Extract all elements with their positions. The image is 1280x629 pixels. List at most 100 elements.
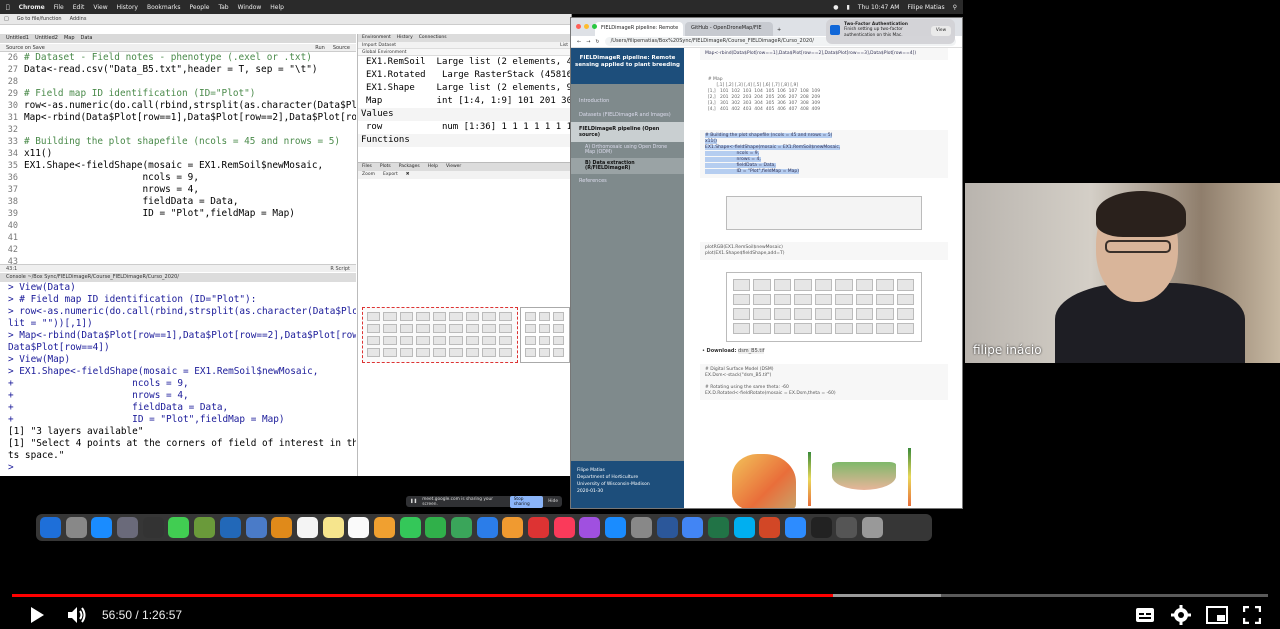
console[interactable]: > View(Data) > # Field map ID identificat… [0, 282, 356, 476]
tab-map[interactable]: Map [64, 35, 75, 42]
tab-github[interactable]: GitHub - OpenDroneMap/FIE [685, 22, 773, 36]
zoom-button[interactable]: Zoom [362, 172, 375, 178]
search-icon[interactable]: ⚲ [953, 4, 957, 11]
zoom-icon[interactable] [784, 517, 806, 538]
import-dataset-button[interactable]: Import Dataset [362, 43, 396, 48]
screenshot-icon[interactable] [836, 517, 858, 538]
run-button[interactable]: Run [315, 45, 325, 51]
tab-data[interactable]: Data [81, 35, 93, 42]
toc-subitem[interactable]: B) Data extraction (R/FIELDimageR) [571, 158, 684, 174]
export-button[interactable]: Export [383, 172, 398, 178]
zoom-window-icon[interactable] [592, 24, 597, 29]
music-icon[interactable] [553, 517, 575, 538]
code-editor[interactable]: 26 # Dataset - Field notes - phenotype (.… [0, 52, 356, 266]
notes-icon[interactable] [322, 517, 344, 538]
env-row[interactable]: row num [1:36] 1 1 1 1 1 1 1 [358, 121, 571, 134]
env-row[interactable]: EX1.RemSoil Large list (2 elements, 4 [358, 56, 571, 69]
apple-icon[interactable]:  [6, 4, 10, 11]
menubar-bookmarks[interactable]: Bookmarks [147, 4, 181, 11]
download-link[interactable]: dsm_B5.tif [738, 348, 765, 354]
menubar-window[interactable]: Window [238, 4, 262, 11]
new-file-icon[interactable]: □ [4, 16, 9, 22]
menubar-tab[interactable]: Tab [218, 4, 228, 11]
terminal-icon[interactable] [810, 517, 832, 538]
tab-help[interactable]: Help [428, 164, 438, 170]
no-entry-icon[interactable] [528, 517, 550, 538]
podcasts-icon[interactable] [579, 517, 601, 538]
chrome-icon[interactable] [682, 517, 704, 538]
environment-scope[interactable]: Global Environment [358, 49, 571, 56]
toc-references[interactable]: References [571, 174, 684, 188]
tab-files[interactable]: Files [362, 164, 372, 170]
excel-icon[interactable] [707, 517, 729, 538]
two-factor-notification[interactable]: Two-Factor Authentication Finish setting… [826, 19, 955, 44]
tab-untitled2[interactable]: Untitled2 [35, 35, 58, 42]
qgis-icon[interactable] [194, 517, 216, 538]
subtitles-icon[interactable] [1135, 607, 1155, 623]
menubar-user[interactable]: Filipe Matias [907, 4, 944, 11]
toc-item[interactable]: Datasets (FIELDimageR and Images) [571, 108, 684, 122]
numbers-icon[interactable] [451, 517, 472, 538]
trash-icon[interactable] [862, 517, 883, 538]
video-frame[interactable]:  Chrome File Edit View History Bookmark… [0, 0, 1280, 629]
books-icon[interactable] [271, 517, 293, 538]
addins-menu[interactable]: Addins [70, 16, 87, 22]
file-type[interactable]: R Script [330, 266, 350, 272]
close-window-icon[interactable] [576, 24, 581, 29]
tab-connections[interactable]: Connections [419, 35, 447, 41]
settings-icon[interactable] [630, 517, 652, 538]
calendar-icon[interactable] [296, 517, 318, 538]
env-row[interactable]: EX1.Rotated Large RasterStack (45816 [358, 69, 571, 82]
notification-view-button[interactable]: View [931, 26, 951, 36]
source-button[interactable]: Source [333, 45, 350, 51]
keynote-icon[interactable] [476, 517, 498, 538]
github-icon[interactable] [142, 517, 164, 538]
source-on-save-checkbox[interactable]: Source on Save [6, 45, 45, 51]
forward-icon[interactable]: → [586, 39, 590, 45]
word-icon[interactable] [656, 517, 678, 538]
menubar-history[interactable]: History [117, 4, 138, 11]
settings-gear-icon[interactable] [1171, 605, 1191, 625]
volume-icon[interactable] [66, 605, 88, 625]
reminders-icon[interactable] [348, 517, 370, 538]
goto-file-input[interactable]: Go to file/function [17, 16, 62, 22]
video-progress-bar[interactable] [12, 594, 1268, 597]
messages-icon[interactable] [399, 517, 421, 538]
doc-content[interactable]: Map<-rbind(Data$Plot[row==1],Data$Plot[r… [684, 48, 962, 508]
skype-icon[interactable] [733, 517, 755, 538]
battery-icon[interactable]: ▮ [847, 4, 850, 11]
safari-icon[interactable] [91, 517, 113, 538]
pages-icon[interactable] [502, 517, 524, 538]
broom-icon[interactable]: ✖ [406, 172, 410, 178]
list-view-button[interactable]: List [560, 43, 568, 48]
env-row[interactable]: EX1.Shape Large list (2 elements, 9 [358, 82, 571, 95]
finder-icon[interactable] [40, 517, 61, 538]
hide-button[interactable]: Hide [548, 499, 558, 504]
fullscreen-icon[interactable] [1243, 606, 1261, 624]
photos-icon[interactable] [373, 517, 395, 538]
tab-viewer[interactable]: Viewer [446, 164, 461, 170]
tab-fieldimager[interactable]: FIELDimageR pipeline: Remote [595, 22, 683, 36]
menubar-file[interactable]: File [54, 4, 64, 11]
toc-item[interactable]: Introduction [571, 94, 684, 108]
miniplayer-icon[interactable] [1206, 606, 1228, 624]
appstore-icon[interactable] [605, 517, 627, 538]
tab-untitled1[interactable]: Untitled1 [6, 35, 29, 42]
qt-icon[interactable] [168, 517, 190, 538]
launchpad-icon[interactable] [65, 517, 87, 538]
stop-sharing-button[interactable]: Stop sharing [509, 495, 544, 508]
tab-history[interactable]: History [397, 35, 413, 41]
wifi-icon[interactable]: ● [833, 4, 838, 11]
menubar-clock[interactable]: Thu 10:47 AM [858, 4, 900, 11]
r-icon[interactable] [219, 517, 241, 538]
menubar-view[interactable]: View [93, 4, 107, 11]
rocket-icon[interactable] [117, 517, 139, 538]
tab-packages[interactable]: Packages [399, 164, 420, 170]
reload-icon[interactable]: ↻ [595, 39, 599, 45]
menubar-edit[interactable]: Edit [73, 4, 85, 11]
back-icon[interactable]: ← [577, 39, 581, 45]
menubar-people[interactable]: People [190, 4, 210, 11]
preview-icon[interactable] [245, 517, 267, 538]
menubar-app[interactable]: Chrome [19, 4, 45, 11]
toc-subitem[interactable]: A) Orthomosaic using Open Drone Map (ODM… [571, 142, 684, 158]
